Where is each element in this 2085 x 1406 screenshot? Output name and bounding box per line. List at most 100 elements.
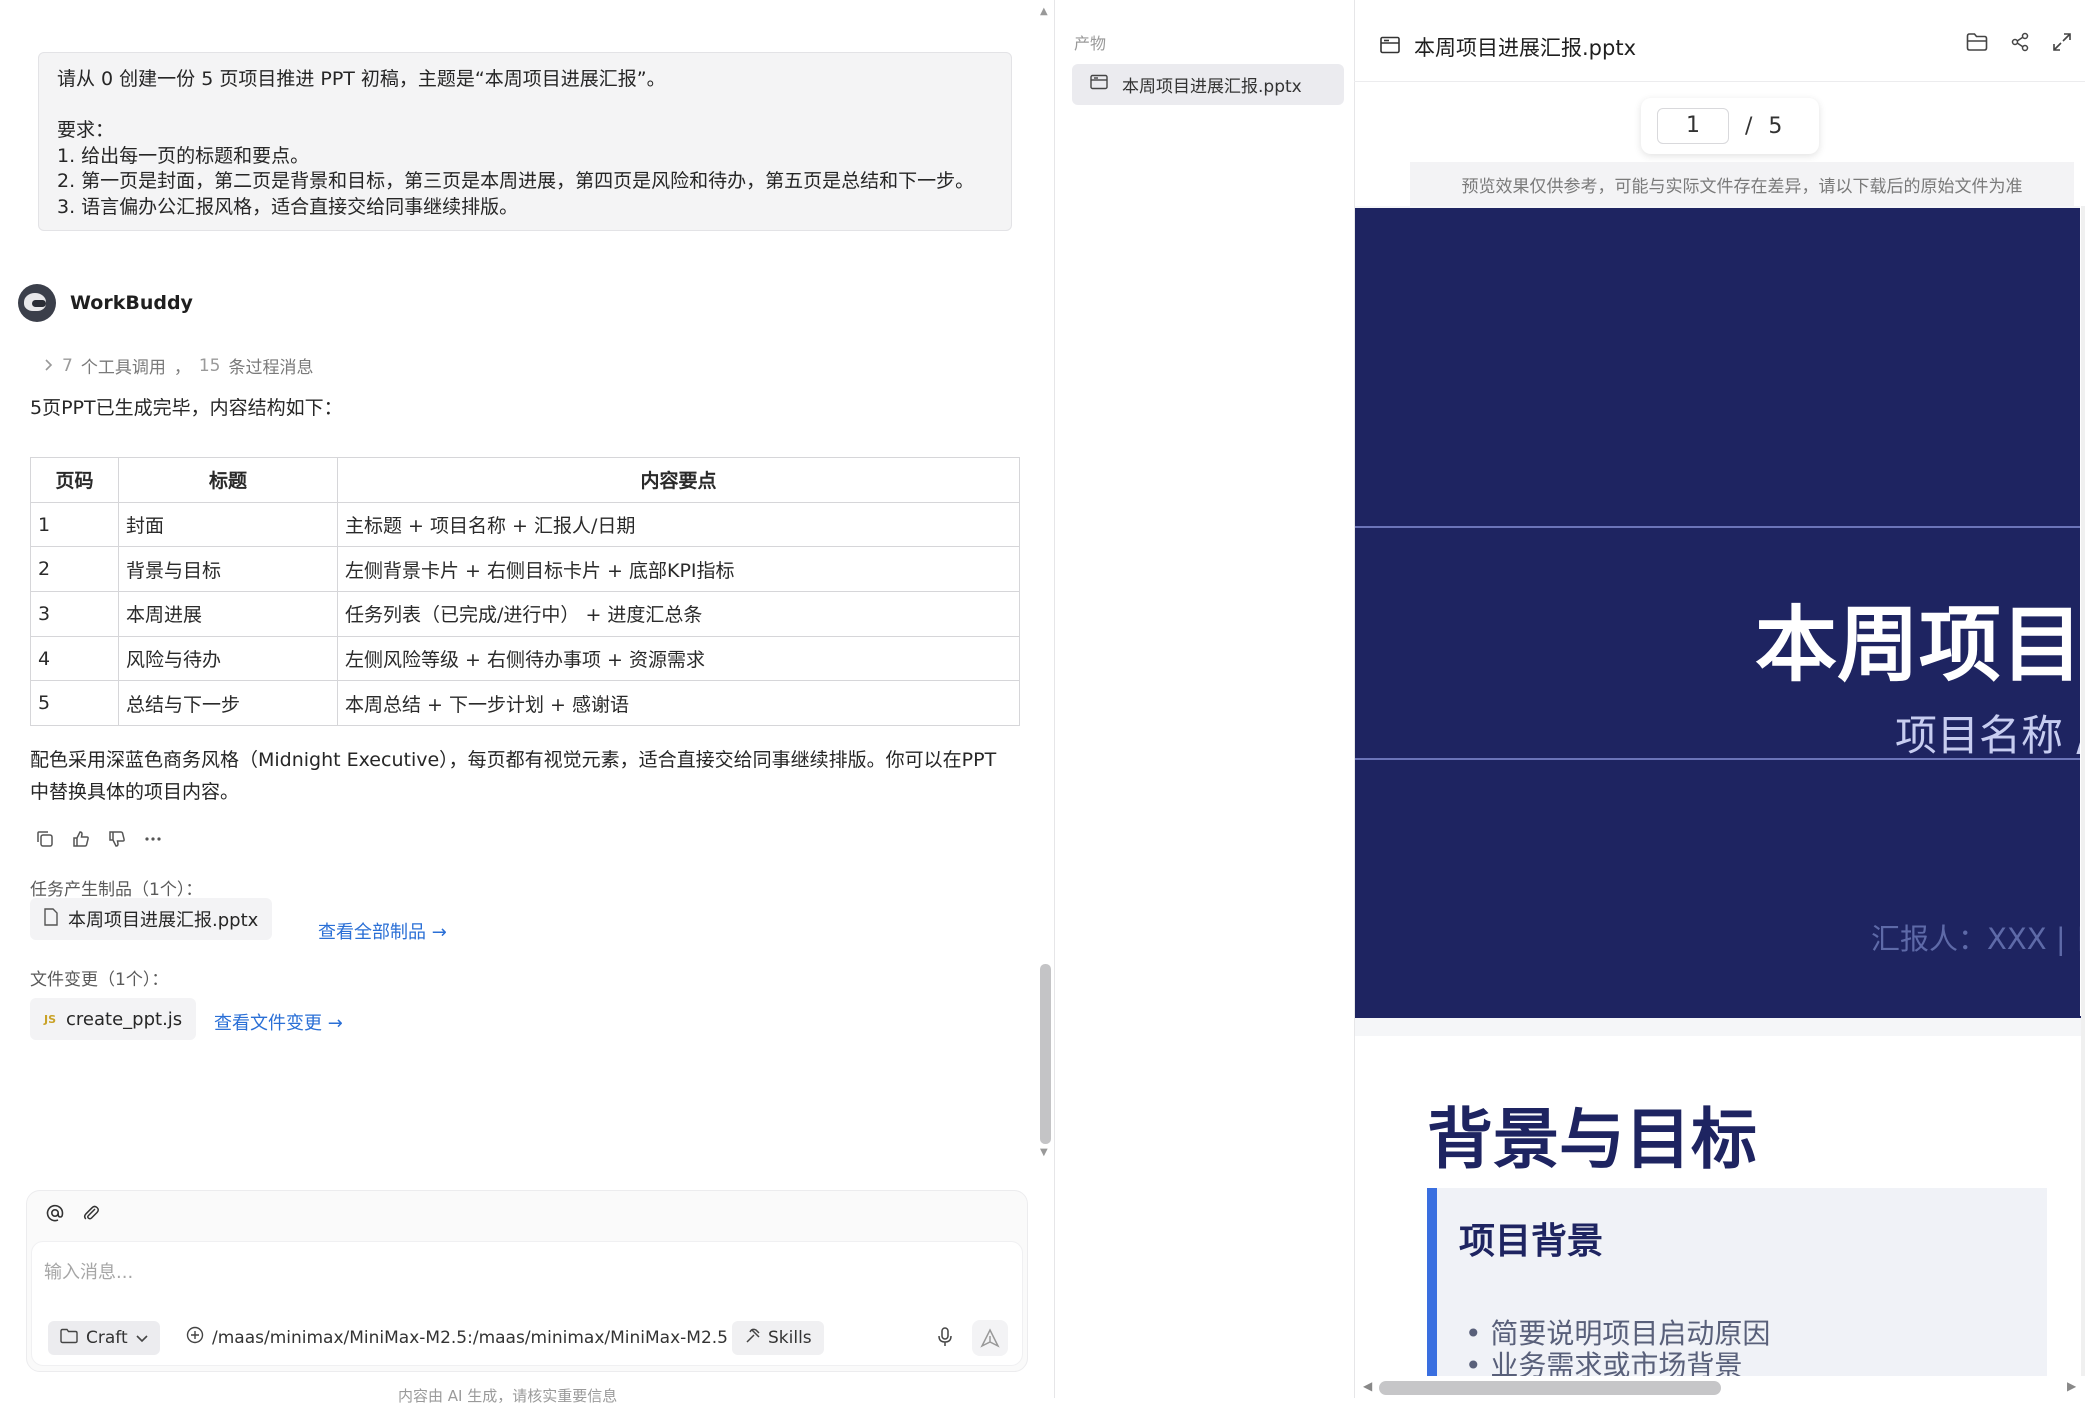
scroll-up-arrow-icon[interactable]: ▲ [1040,6,1048,17]
scroll-left-arrow-icon[interactable]: ◀ [1363,1379,1372,1393]
preview-title: 本周项目进展汇报.pptx [1380,32,1636,62]
tool-label: 个工具调用 [80,358,166,378]
model-select[interactable]: /maas/minimax/MiniMax-M2.5:/maas/minimax… [186,1326,748,1349]
scroll-right-arrow-icon[interactable]: ▶ [2067,1379,2076,1393]
share-icon[interactable] [2010,32,2030,56]
attachment-icon[interactable] [81,1203,101,1227]
artifacts-panel-label: 产物 [1074,34,1107,53]
process-summary-toggle[interactable]: 7 个工具调用 ， 15 条过程消息 [44,353,313,378]
scroll-down-arrow-icon[interactable]: ▼ [1040,1147,1048,1158]
preview-file-name: 本周项目进展汇报.pptx [1414,36,1636,60]
user-message-line: 3. 语言偏办公汇报风格，适合直接交给同事继续排版。 [57,195,519,218]
thumbs-down-icon[interactable] [106,828,128,850]
model-label: /maas/minimax/MiniMax-M2.5:/maas/minimax… [212,1327,728,1348]
table-cell: 左侧背景卡片 + 右侧目标卡片 + 底部KPI指标 [337,546,1020,593]
view-all-artifacts-link[interactable]: 查看全部制品 → [318,918,447,944]
preview-vertical-scrollbar[interactable] [2081,206,2085,1376]
page-number-input[interactable]: 1 [1657,108,1729,144]
chevron-down-icon [136,1328,148,1348]
file-changes-section-label: 文件变更（1个）： [30,970,169,990]
slide-subtitle: 项目名称 / 项目编号 [1895,711,2085,760]
copy-icon[interactable] [34,828,56,850]
skills-label: Skills [768,1328,812,1348]
user-message-line: 请从 0 创建一份 5 页项目推进 PPT 初稿，主题是“本周项目进展汇报”。 [57,68,666,90]
table-cell: 左侧风险等级 + 右侧待办事项 + 资源需求 [337,635,1020,682]
table-header-row: 页码 标题 内容要点 [30,457,1020,503]
user-message-line: 2. 第一页是封面，第二页是背景和目标，第三页是本周进展，第四页是风险和待办，第… [57,170,975,192]
skills-button[interactable]: Skills [732,1321,824,1355]
bullet-item: • 业务需求或市场背景 [1465,1349,1743,1377]
table-cell: 总结与下一步 [118,680,338,727]
hammer-icon [744,1327,762,1350]
slide-cover: 本周项目进展汇报 项目名称 / 项目编号 汇报人：XXX | 日期：XXXX [1355,208,2085,1018]
bot-summary-text: 配色采用深蓝色商务风格（Midnight Executive），每页都有视觉元素… [30,744,1020,808]
process-separator: ， [173,358,191,378]
background-card: 项目背景 • 简要说明项目启动原因 • 业务需求或市场背景 [1427,1188,2047,1376]
expand-icon[interactable] [2052,32,2072,56]
bot-name: WorkBuddy [70,292,193,314]
artifacts-section-label: 任务产生制品（1个）： [30,880,203,900]
changed-file-name: create_ppt.js [66,1008,183,1030]
artifact-file-chip[interactable]: 本周项目进展汇报.pptx [30,898,273,940]
table-cell: 2 [30,546,119,593]
slides-outline-table: 页码 标题 内容要点 1 封面 主标题 + 项目名称 + 汇报人/日期 2 背景… [30,457,1020,727]
more-icon[interactable] [142,828,164,850]
slide-viewer[interactable]: 本周项目进展汇报 项目名称 / 项目编号 汇报人：XXX | 日期：XXXX 背… [1355,206,2085,1376]
bot-avatar [18,284,56,322]
slide-background-goals: 背景与目标 项目背景 • 简要说明项目启动原因 • 业务需求或市场背景 [1355,1036,2085,1376]
table-cell: 4 [30,635,119,682]
preview-horizontal-scrollbar[interactable]: ◀ ▶ [1355,1376,2085,1398]
composer-toolbar [45,1203,101,1227]
card-bullets: • 简要说明项目启动原因 • 业务需求或市场背景 [1465,1317,1771,1377]
bot-header: WorkBuddy [18,284,193,322]
table-cell: 5 [30,680,119,727]
table-row: 2 背景与目标 左侧背景卡片 + 右侧目标卡片 + 底部KPI指标 [30,546,1020,593]
preview-notice: 预览效果仅供参考，可能与实际文件存在差异，请以下载后的原始文件为准 [1410,162,2074,206]
table-header: 内容要点 [337,457,1020,503]
scrollbar-thumb[interactable] [1379,1381,1721,1395]
user-message-line: 1. 给出每一页的标题和要点。 [57,144,310,167]
tool-count: 7 [62,355,73,376]
send-button[interactable] [972,1320,1008,1356]
summary-line: 配色采用深蓝色商务风格（Midnight Executive），每页都有视觉元素… [30,749,997,771]
table-cell: 3 [30,591,119,637]
message-label: 条过程消息 [228,358,314,378]
thumbs-up-icon[interactable] [70,828,92,850]
panel-divider[interactable] [1054,0,1055,1398]
file-icon [44,907,58,931]
ai-disclaimer: 内容由 AI 生成，请核实重要信息 [398,1387,618,1405]
microphone-icon[interactable] [936,1326,954,1352]
chevron-right-icon [44,356,54,376]
table-cell: 本周进展 [118,591,338,637]
changed-file-chip[interactable]: JS create_ppt.js [30,998,197,1040]
preview-toolbar [1966,32,2072,56]
table-cell: 任务列表（已完成/进行中） + 进度汇总条 [337,591,1020,637]
message-input-placeholder[interactable]: 输入消息... [44,1258,133,1284]
table-header: 标题 [118,457,338,503]
slide-title: 本周项目进展汇报 [1755,598,2085,693]
message-count: 15 [198,355,221,376]
send-icon [980,1328,1000,1348]
mode-label: Craft [86,1328,128,1348]
bullet-item: • 简要说明项目启动原因 [1465,1317,1771,1350]
slide-divider-line [1355,526,2085,528]
table-header: 页码 [30,457,119,503]
user-message: 请从 0 创建一份 5 页项目推进 PPT 初稿，主题是“本周项目进展汇报”。 … [38,52,1012,231]
artifact-list-item[interactable]: 本周项目进展汇报.pptx [1072,64,1344,105]
view-file-changes-link[interactable]: 查看文件变更 → [214,1009,343,1035]
artifact-file-name: 本周项目进展汇报.pptx [68,910,259,931]
page-separator: / [1745,113,1753,139]
table-cell: 风险与待办 [118,635,338,682]
table-cell: 主标题 + 项目名称 + 汇报人/日期 [337,501,1020,548]
message-actions [34,828,164,850]
slide-reporter: 汇报人：XXX | 日期：XXXX [1871,922,2085,956]
chat-scrollbar[interactable] [1040,964,1051,1144]
mention-icon[interactable] [45,1203,65,1227]
table-row: 3 本周进展 任务列表（已完成/进行中） + 进度汇总条 [30,591,1020,637]
summary-line: 中替换具体的项目内容。 [30,781,240,803]
user-message-line [57,93,993,119]
table-cell: 本周总结 + 下一步计划 + 感谢语 [337,680,1020,727]
open-folder-icon[interactable] [1966,32,1988,56]
mode-select[interactable]: Craft [48,1321,160,1355]
page-navigator: 1 / 5 [1641,98,1819,154]
